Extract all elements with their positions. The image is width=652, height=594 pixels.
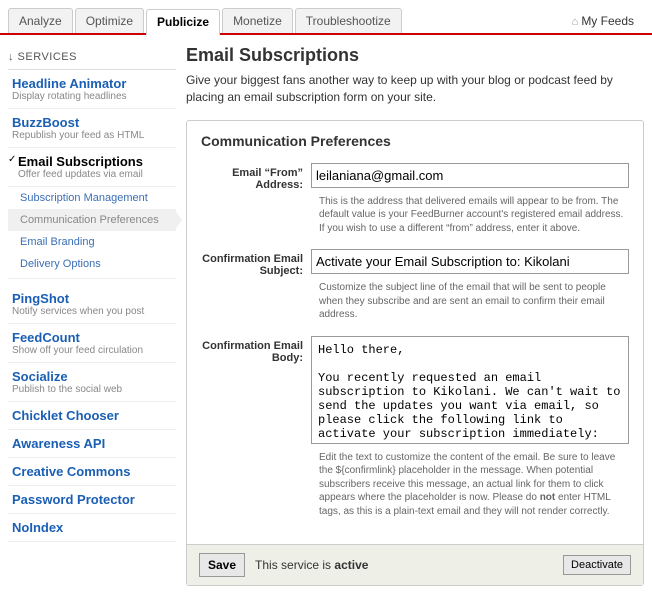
sidebar-item-chicklet-chooser[interactable]: Chicklet Chooser: [8, 402, 176, 430]
sidebar-desc: Show off your feed circulation: [12, 345, 172, 356]
top-tabs: Analyze Optimize Publicize Monetize Trou…: [0, 0, 652, 35]
body-label: Confirmation Email Body:: [201, 336, 311, 447]
tab-optimize[interactable]: Optimize: [75, 8, 144, 33]
sidebar-desc: Offer feed updates via email: [18, 169, 172, 180]
sidebar-link[interactable]: Awareness API: [12, 436, 172, 451]
sidebar-item-noindex[interactable]: NoIndex: [8, 514, 176, 542]
preferences-panel: Communication Preferences Email “From” A…: [186, 120, 644, 587]
sidebar-link[interactable]: NoIndex: [12, 520, 172, 535]
sidebar-link[interactable]: Chicklet Chooser: [12, 408, 172, 423]
from-address-input[interactable]: [311, 163, 629, 188]
sidebar-link[interactable]: Socialize: [12, 369, 172, 384]
my-feeds-label: My Feeds: [581, 14, 634, 28]
sidebar-link[interactable]: Creative Commons: [12, 464, 172, 479]
service-status: This service is active: [255, 558, 368, 572]
subject-label: Confirmation Email Subject:: [201, 249, 311, 277]
sub-link[interactable]: Communication Preferences: [20, 214, 159, 226]
main-content: Email Subscriptions Give your biggest fa…: [186, 45, 644, 586]
sub-item-subscription-management[interactable]: Subscription Management: [8, 187, 176, 209]
sidebar-item-email-subscriptions[interactable]: Email Subscriptions Offer feed updates v…: [8, 148, 176, 187]
page-title: Email Subscriptions: [186, 45, 644, 66]
body-help: Edit the text to customize the content o…: [319, 451, 629, 519]
sidebar-desc: Notify services when you post: [12, 306, 172, 317]
sidebar-item-creative-commons[interactable]: Creative Commons: [8, 458, 176, 486]
sub-link[interactable]: Email Branding: [20, 236, 95, 248]
tab-publicize[interactable]: Publicize: [146, 9, 220, 36]
sidebar-item-headline-animator[interactable]: Headline Animator Display rotating headl…: [8, 70, 176, 109]
from-help: This is the address that delivered email…: [319, 195, 629, 236]
sidebar-link[interactable]: Email Subscriptions: [18, 154, 172, 169]
tab-monetize[interactable]: Monetize: [222, 8, 293, 33]
subject-input[interactable]: [311, 249, 629, 274]
sidebar-desc: Display rotating headlines: [12, 91, 172, 102]
from-label: Email “From” Address:: [201, 163, 311, 191]
subject-help: Customize the subject line of the email …: [319, 281, 629, 322]
sidebar-link[interactable]: FeedCount: [12, 330, 172, 345]
page-desc: Give your biggest fans another way to ke…: [186, 72, 644, 106]
sub-link[interactable]: Delivery Options: [20, 258, 101, 270]
save-button[interactable]: Save: [199, 553, 245, 577]
tab-analyze[interactable]: Analyze: [8, 8, 73, 33]
tab-troubleshootize[interactable]: Troubleshootize: [295, 8, 402, 33]
panel-footer: Save This service is active Deactivate: [187, 544, 643, 585]
my-feeds-link[interactable]: ⌂My Feeds: [562, 9, 644, 33]
sidebar-link[interactable]: BuzzBoost: [12, 115, 172, 130]
sidebar-link[interactable]: Password Protector: [12, 492, 172, 507]
sidebar-item-feedcount[interactable]: FeedCount Show off your feed circulation: [8, 324, 176, 363]
sidebar-item-awareness-api[interactable]: Awareness API: [8, 430, 176, 458]
sidebar-item-socialize[interactable]: Socialize Publish to the social web: [8, 363, 176, 402]
sidebar-item-pingshot[interactable]: PingShot Notify services when you post: [8, 285, 176, 324]
body-textarea[interactable]: [311, 336, 629, 444]
home-icon: ⌂: [572, 16, 579, 28]
sidebar-desc: Publish to the social web: [12, 384, 172, 395]
deactivate-button[interactable]: Deactivate: [563, 555, 631, 575]
sub-item-communication-preferences[interactable]: Communication Preferences: [8, 209, 176, 231]
sidebar-link[interactable]: PingShot: [12, 291, 172, 306]
sidebar-item-password-protector[interactable]: Password Protector: [8, 486, 176, 514]
sidebar-item-buzzboost[interactable]: BuzzBoost Republish your feed as HTML: [8, 109, 176, 148]
services-header: ↓ SERVICES: [8, 45, 176, 70]
sub-item-delivery-options[interactable]: Delivery Options: [8, 253, 176, 279]
panel-title: Communication Preferences: [201, 133, 629, 149]
sub-link[interactable]: Subscription Management: [20, 192, 148, 204]
sidebar-link[interactable]: Headline Animator: [12, 76, 172, 91]
sub-item-email-branding[interactable]: Email Branding: [8, 231, 176, 253]
sidebar-desc: Republish your feed as HTML: [12, 130, 172, 141]
sidebar: ↓ SERVICES Headline Animator Display rot…: [8, 45, 186, 586]
